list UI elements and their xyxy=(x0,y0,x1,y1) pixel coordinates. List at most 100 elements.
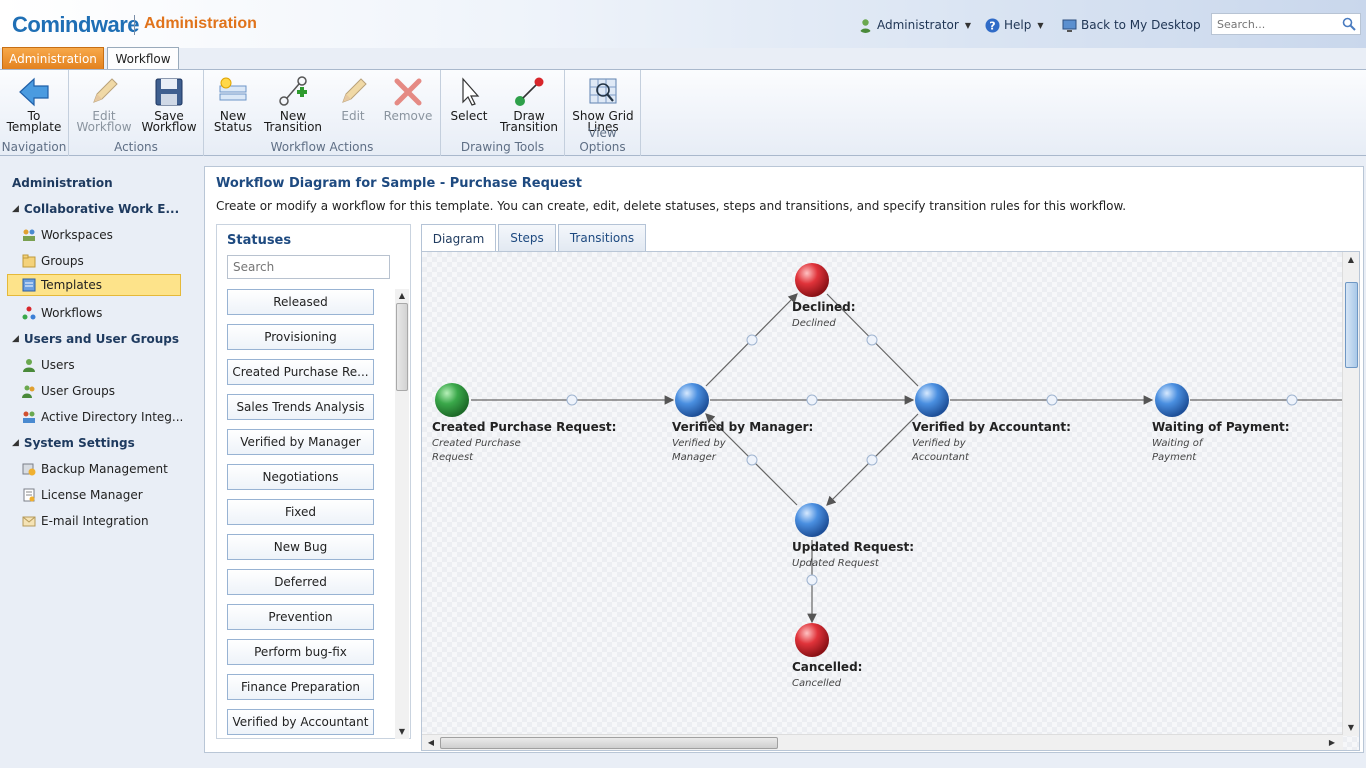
scroll-down-icon[interactable]: ▼ xyxy=(395,725,409,739)
statuses-panel: Statuses Released Provisioning Created P… xyxy=(216,224,411,739)
global-search xyxy=(1211,13,1361,35)
collapse-triangle-icon: ◢ xyxy=(12,334,19,344)
new-status-button[interactable]: New Status xyxy=(201,76,265,138)
sidebar-item-users[interactable]: Users xyxy=(22,354,75,376)
scroll-right-icon[interactable]: ▶ xyxy=(1325,736,1339,750)
node-label[interactable]: Created Purchase Request: xyxy=(432,420,616,434)
ribbon-group-label: View Options xyxy=(579,126,626,154)
ribbon-group-label: Workflow Actions xyxy=(270,140,374,154)
edit-workflow-button[interactable]: Edit Workflow xyxy=(72,76,136,138)
nav-root-administration[interactable]: Administration xyxy=(12,172,113,194)
new-status-icon xyxy=(219,77,247,101)
red-x-icon xyxy=(394,78,422,106)
status-item[interactable]: Released xyxy=(227,289,374,315)
scroll-left-icon[interactable]: ◀ xyxy=(424,736,438,750)
tab-transitions[interactable]: Transitions xyxy=(558,224,646,251)
remove-button[interactable]: Remove xyxy=(376,76,440,138)
status-item[interactable]: Deferred xyxy=(227,569,374,595)
user-groups-icon xyxy=(22,385,35,398)
select-tool-button[interactable]: Select xyxy=(437,76,501,138)
node-sublabel: Verified by Manager xyxy=(672,438,726,463)
ribbon-group-navigation: To Template Navigation xyxy=(0,70,69,156)
status-item[interactable]: Prevention xyxy=(227,604,374,630)
search-icon[interactable] xyxy=(1342,17,1356,31)
statuses-scrollbar[interactable]: ▲ ▼ xyxy=(395,289,409,739)
canvas-vertical-scrollbar[interactable]: ▲ ▼ xyxy=(1342,252,1359,736)
to-template-button[interactable]: To Template xyxy=(2,76,66,138)
sidebar-item-groups[interactable]: Groups xyxy=(22,250,84,272)
status-item[interactable]: Verified by Accountant xyxy=(227,709,374,735)
transition-handle xyxy=(866,454,878,466)
status-item[interactable]: Provisioning xyxy=(227,324,374,350)
page-title: Workflow Diagram for Sample - Purchase R… xyxy=(216,176,582,191)
status-item[interactable]: New Bug xyxy=(227,534,374,560)
scroll-down-icon[interactable]: ▼ xyxy=(1344,721,1358,735)
statuses-search-input[interactable] xyxy=(228,256,389,278)
ribbon-group-label: Drawing Tools xyxy=(460,140,545,154)
global-search-input[interactable] xyxy=(1212,14,1340,34)
status-item[interactable]: Sales Trends Analysis xyxy=(227,394,374,420)
node-label[interactable]: Verified by Manager: xyxy=(672,420,813,434)
new-transition-button[interactable]: New Transition xyxy=(261,76,325,138)
svg-text:?: ? xyxy=(989,19,995,32)
ribbon-group-view-options: Show Grid Lines View Options xyxy=(565,70,641,156)
node-label[interactable]: Waiting of Payment: xyxy=(1152,420,1290,434)
canvas-horizontal-scrollbar[interactable]: ◀ ▶ xyxy=(422,734,1343,750)
tab-steps[interactable]: Steps xyxy=(498,224,556,251)
status-item[interactable]: Created Purchase Re... xyxy=(227,359,374,385)
user-menu-label: Administrator xyxy=(877,18,959,32)
page-description: Create or modify a workflow for this tem… xyxy=(216,199,1127,213)
sidebar-item-backup-management[interactable]: Backup Management xyxy=(22,458,168,480)
status-item[interactable]: Perform bug-fix xyxy=(227,639,374,665)
tab-diagram[interactable]: Diagram xyxy=(421,224,496,252)
scrollbar-thumb[interactable] xyxy=(396,303,408,391)
status-node-payment xyxy=(1155,383,1189,417)
draw-transition-button[interactable]: Draw Transition xyxy=(497,76,561,138)
status-item[interactable]: Negotiations xyxy=(227,464,374,490)
sidebar-item-email-integration[interactable]: E-mail Integration xyxy=(22,510,149,532)
app-logo[interactable]: Comindware xyxy=(12,12,140,38)
status-item[interactable]: Finance Preparation xyxy=(227,674,374,700)
nav-section-users[interactable]: ◢ Users and User Groups xyxy=(12,328,179,350)
transition-handle xyxy=(746,454,758,466)
status-node-updated xyxy=(795,503,829,537)
back-arrow-icon xyxy=(19,77,49,107)
back-to-desktop-label: Back to My Desktop xyxy=(1081,18,1201,32)
tab-administration[interactable]: Administration xyxy=(2,47,104,69)
transition-handle xyxy=(866,334,878,346)
back-to-desktop-link[interactable]: Back to My Desktop xyxy=(1062,16,1201,34)
statuses-search xyxy=(227,255,390,279)
sidebar-item-license-manager[interactable]: License Manager xyxy=(22,484,143,506)
node-label[interactable]: Verified by Accountant: xyxy=(912,420,1071,434)
help-menu[interactable]: ? Help ▼ xyxy=(985,16,1044,34)
save-workflow-button[interactable]: Save Workflow xyxy=(137,76,201,138)
nav-section-collaborative-work[interactable]: ◢ Collaborative Work E... xyxy=(12,198,179,220)
sidebar-item-workflows[interactable]: Workflows xyxy=(22,302,102,324)
status-item[interactable]: Fixed xyxy=(227,499,374,525)
sidebar-item-templates[interactable]: Templates xyxy=(7,274,181,296)
nav-section-system-settings[interactable]: ◢ System Settings xyxy=(12,432,135,454)
sidebar-item-active-directory[interactable]: Active Directory Integ... xyxy=(22,406,183,428)
sidebar-item-user-groups[interactable]: User Groups xyxy=(22,380,115,402)
statuses-title: Statuses xyxy=(227,233,292,248)
node-label[interactable]: Declined: xyxy=(792,300,856,314)
scrollbar-thumb[interactable] xyxy=(440,737,778,749)
node-label[interactable]: Cancelled: xyxy=(792,660,862,674)
grid-lines-icon xyxy=(589,78,617,104)
node-label[interactable]: Updated Request: xyxy=(792,540,914,554)
status-item[interactable]: Verified by Manager xyxy=(227,429,374,455)
tab-workflow[interactable]: Workflow xyxy=(107,47,179,70)
scroll-up-icon[interactable]: ▲ xyxy=(395,289,409,303)
transition-handle xyxy=(1286,394,1298,406)
cursor-icon xyxy=(462,77,480,106)
scroll-up-icon[interactable]: ▲ xyxy=(1344,253,1358,267)
main-panel: Workflow Diagram for Sample - Purchase R… xyxy=(204,166,1364,753)
draw-transition-icon xyxy=(515,77,544,106)
workflow-diagram-canvas[interactable]: Created Purchase Request: Created Purcha… xyxy=(421,251,1360,751)
scrollbar-thumb[interactable] xyxy=(1345,282,1358,368)
user-menu[interactable]: Administrator ▼ xyxy=(858,16,971,34)
transition-handle xyxy=(806,574,818,586)
transition-handle xyxy=(566,394,578,406)
sidebar-item-workspaces[interactable]: Workspaces xyxy=(22,224,113,246)
ribbon-group-actions: Edit Workflow Save Workflow Actions xyxy=(69,70,204,156)
